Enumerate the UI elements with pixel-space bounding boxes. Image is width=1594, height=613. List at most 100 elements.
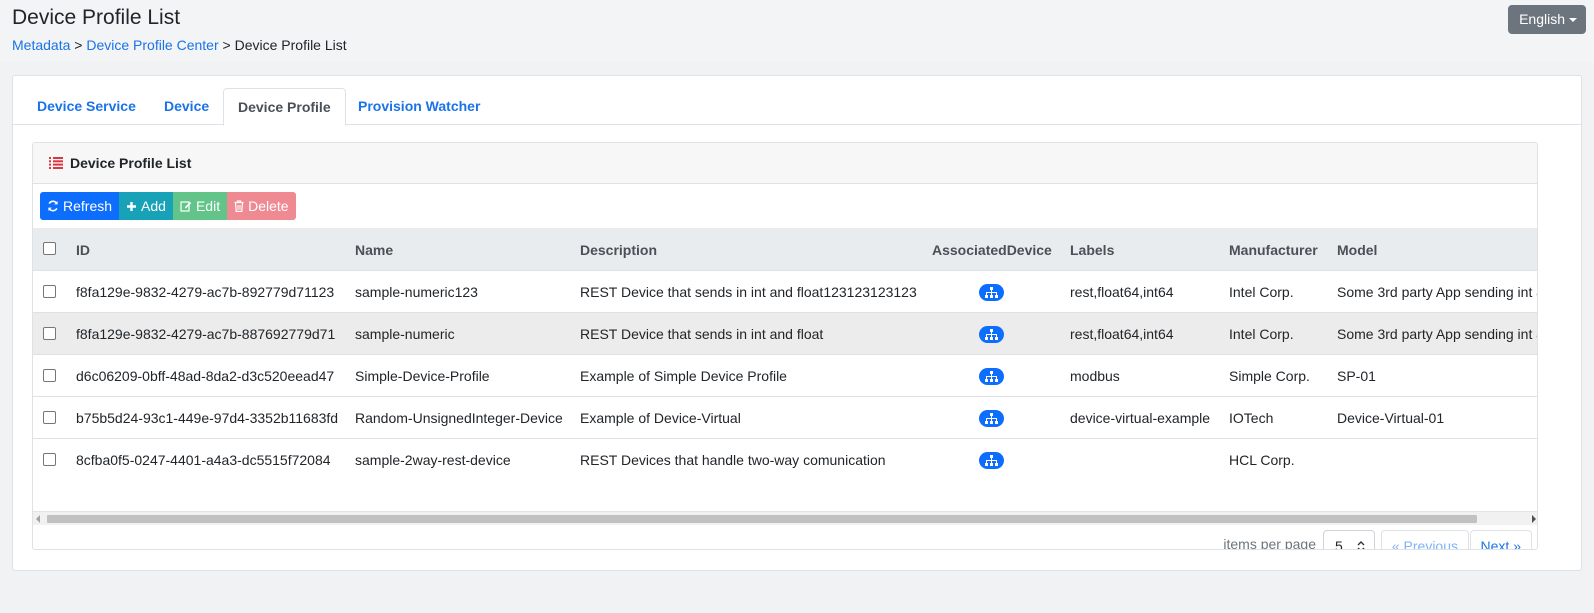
cell-manufacturer: Intel Corp. bbox=[1229, 326, 1294, 342]
table-row[interactable]: f8fa129e-9832-4279-ac7b-887692779d71 sam… bbox=[33, 313, 1538, 355]
cell-labels: rest,float64,int64 bbox=[1070, 284, 1174, 300]
cell-id: f8fa129e-9832-4279-ac7b-892779d71123 bbox=[76, 284, 335, 300]
panel-title: Device Profile List bbox=[70, 155, 192, 171]
main-card: Device Service Device Device Profile Pro… bbox=[12, 75, 1582, 571]
column-name[interactable]: Name bbox=[355, 242, 393, 258]
pagination-footer: items per page 5 « Previous Next » bbox=[33, 525, 1537, 550]
panel-header: Device Profile List bbox=[33, 143, 1537, 184]
column-labels[interactable]: Labels bbox=[1070, 242, 1114, 258]
horizontal-scrollbar[interactable] bbox=[33, 511, 1537, 525]
breadcrumb-device-profile-center[interactable]: Device Profile Center bbox=[86, 37, 218, 53]
cell-name: Simple-Device-Profile bbox=[355, 368, 490, 384]
caret-down-icon bbox=[1569, 18, 1577, 23]
column-id[interactable]: ID bbox=[76, 242, 90, 258]
device-profile-table: ID Name Description AssociatedDevice Lab… bbox=[33, 228, 1538, 513]
cell-id: d6c06209-0bff-48ad-8da2-d3c520eead47 bbox=[76, 368, 335, 384]
cell-labels: modbus bbox=[1070, 368, 1120, 384]
trash-icon bbox=[234, 200, 244, 212]
list-icon bbox=[49, 157, 63, 169]
scrollbar-thumb[interactable] bbox=[47, 515, 1477, 523]
associated-device-button[interactable] bbox=[979, 284, 1004, 301]
next-page-button[interactable]: Next » bbox=[1469, 530, 1532, 550]
cell-id: 8cfba0f5-0247-4401-a4a3-dc5515f72084 bbox=[76, 452, 331, 468]
delete-button[interactable]: Delete bbox=[227, 192, 296, 220]
cell-description: REST Devices that handle two-way comunic… bbox=[580, 452, 886, 468]
breadcrumb-separator: > bbox=[74, 37, 83, 53]
next-label: Next bbox=[1480, 538, 1510, 550]
row-checkbox[interactable] bbox=[43, 453, 56, 466]
cell-model: SP-01 bbox=[1337, 368, 1376, 384]
toolbar: Refresh Add Edit Delete bbox=[40, 192, 296, 220]
cell-labels: device-virtual-example bbox=[1070, 410, 1211, 426]
tab-device-service[interactable]: Device Service bbox=[23, 88, 150, 125]
cell-name: Random-UnsignedInteger-Device bbox=[355, 410, 563, 426]
edit-label: Edit bbox=[195, 198, 221, 214]
cell-description: Example of Simple Device Profile bbox=[580, 368, 787, 384]
row-checkbox[interactable] bbox=[43, 285, 56, 298]
table-row[interactable]: 8cfba0f5-0247-4401-a4a3-dc5515f72084 sam… bbox=[33, 439, 1537, 481]
associated-device-button[interactable] bbox=[979, 326, 1004, 343]
cell-description: REST Device that sends in int and float bbox=[580, 326, 824, 342]
table-row[interactable]: b75b5d24-93c1-449e-97d4-3352b11683fd Ran… bbox=[33, 397, 1537, 439]
breadcrumb: Metadata > Device Profile Center > Devic… bbox=[12, 37, 347, 53]
cell-model: Some 3rd party App sending int & f bbox=[1337, 326, 1538, 342]
scroll-right-icon[interactable] bbox=[1532, 515, 1536, 523]
refresh-button[interactable]: Refresh bbox=[40, 192, 120, 220]
tab-provision-watcher[interactable]: Provision Watcher bbox=[344, 88, 494, 125]
breadcrumb-current: Device Profile List bbox=[234, 37, 347, 53]
select-all-checkbox[interactable] bbox=[43, 242, 56, 255]
add-label: Add bbox=[141, 198, 166, 214]
sitemap-icon bbox=[985, 413, 998, 424]
refresh-icon bbox=[48, 200, 58, 212]
row-checkbox[interactable] bbox=[43, 369, 56, 382]
sitemap-icon bbox=[985, 455, 998, 466]
language-dropdown[interactable]: English bbox=[1508, 5, 1586, 34]
cell-name: sample-numeric bbox=[355, 326, 455, 342]
refresh-label: Refresh bbox=[63, 198, 113, 214]
row-checkbox[interactable] bbox=[43, 327, 56, 340]
breadcrumb-metadata[interactable]: Metadata bbox=[12, 37, 70, 53]
tab-device-profile[interactable]: Device Profile bbox=[223, 88, 346, 126]
edit-icon bbox=[180, 201, 192, 212]
associated-device-button[interactable] bbox=[979, 368, 1004, 385]
associated-device-button[interactable] bbox=[979, 452, 1004, 469]
column-model[interactable]: Model bbox=[1337, 242, 1377, 258]
previous-label: Previous bbox=[1403, 538, 1458, 550]
cell-id: b75b5d24-93c1-449e-97d4-3352b11683fd bbox=[76, 410, 339, 426]
cell-name: sample-2way-rest-device bbox=[355, 452, 511, 468]
edit-button[interactable]: Edit bbox=[172, 192, 228, 220]
column-description[interactable]: Description bbox=[580, 242, 657, 258]
add-button[interactable]: Add bbox=[119, 192, 173, 220]
cell-manufacturer: Intel Corp. bbox=[1229, 284, 1294, 300]
cell-labels: rest,float64,int64 bbox=[1070, 326, 1174, 342]
items-per-page-label: items per page bbox=[1223, 536, 1316, 550]
previous-page-button[interactable]: « Previous bbox=[1380, 530, 1469, 550]
column-associated-device[interactable]: AssociatedDevice bbox=[932, 242, 1052, 258]
cell-manufacturer: Simple Corp. bbox=[1229, 368, 1310, 384]
select-arrows-icon bbox=[1357, 541, 1365, 549]
row-checkbox[interactable] bbox=[43, 411, 56, 424]
tab-device[interactable]: Device bbox=[150, 88, 223, 125]
items-per-page-select[interactable]: 5 bbox=[1323, 530, 1375, 550]
associated-device-button[interactable] bbox=[979, 410, 1004, 427]
breadcrumb-separator: > bbox=[222, 37, 231, 53]
table-row[interactable]: d6c06209-0bff-48ad-8da2-d3c520eead47 Sim… bbox=[33, 355, 1537, 397]
tab-bar: Device Service Device Device Profile Pro… bbox=[13, 88, 1581, 126]
table-header: ID Name Description AssociatedDevice Lab… bbox=[33, 228, 1537, 271]
plus-icon bbox=[127, 201, 137, 211]
cell-id: f8fa129e-9832-4279-ac7b-887692779d71 bbox=[76, 326, 336, 342]
language-label: English bbox=[1519, 11, 1565, 27]
cell-manufacturer: IOTech bbox=[1229, 410, 1274, 426]
cell-name: sample-numeric123 bbox=[355, 284, 478, 300]
sitemap-icon bbox=[985, 371, 998, 382]
device-profile-panel: Device Profile List Refresh Add Edit Del… bbox=[32, 142, 1538, 550]
delete-label: Delete bbox=[248, 198, 289, 214]
scroll-left-icon[interactable] bbox=[36, 515, 40, 523]
cell-description: Example of Device-Virtual bbox=[580, 410, 741, 426]
cell-description: REST Device that sends in int and float1… bbox=[580, 284, 917, 300]
top-header: Device Profile List Metadata > Device Pr… bbox=[0, 0, 1594, 62]
column-manufacturer[interactable]: Manufacturer bbox=[1229, 242, 1318, 258]
items-per-page-value: 5 bbox=[1335, 538, 1343, 550]
table-row[interactable]: f8fa129e-9832-4279-ac7b-892779d71123 sam… bbox=[33, 271, 1537, 313]
sitemap-icon bbox=[985, 329, 998, 340]
